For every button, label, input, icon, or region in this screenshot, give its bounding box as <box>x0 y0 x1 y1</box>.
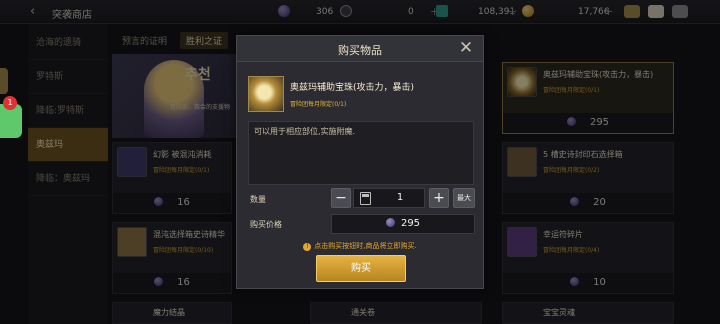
close-icon[interactable]: ✕ <box>457 39 475 57</box>
dialog-header: 购买物品 ✕ <box>237 36 483 62</box>
buy-button[interactable]: 购买 <box>316 255 406 282</box>
orb-item-icon <box>248 76 284 112</box>
price-field: 295 <box>331 214 475 234</box>
quantity-field[interactable]: 1 <box>353 188 425 208</box>
price-value: 295 <box>400 218 421 229</box>
item-name: 奥兹玛辅助宝珠(攻击力，暴击) <box>290 83 415 93</box>
price-label: 购买价格 <box>250 220 282 229</box>
quantity-label: 数量 <box>250 195 266 204</box>
item-description-box[interactable]: 可以用于相应部位,实施附魔. <box>248 121 474 185</box>
calculator-icon[interactable] <box>360 192 371 205</box>
item-description: 可以用于相应部位,实施附魔. <box>254 127 356 136</box>
dialog-title: 购买物品 <box>338 44 382 57</box>
quantity-decrease-button[interactable]: − <box>331 188 351 208</box>
notification-badge: 1 <box>3 96 17 110</box>
max-quantity-button[interactable]: 最大 <box>453 188 475 208</box>
item-limit: 冒险团每月限定(0/1) <box>290 101 347 108</box>
quantity-value: 1 <box>396 192 404 203</box>
purchase-dialog: 购买物品 ✕ 奥兹玛辅助宝珠(攻击力，暴击) 冒险团每月限定(0/1) 可以用于… <box>236 35 484 289</box>
purchase-notice: ! 点击购买按钮时,商品将立即购买. <box>237 241 483 251</box>
quantity-increase-button[interactable]: + <box>429 188 449 208</box>
coin-icon <box>385 218 395 227</box>
warning-icon: ! <box>303 243 312 251</box>
